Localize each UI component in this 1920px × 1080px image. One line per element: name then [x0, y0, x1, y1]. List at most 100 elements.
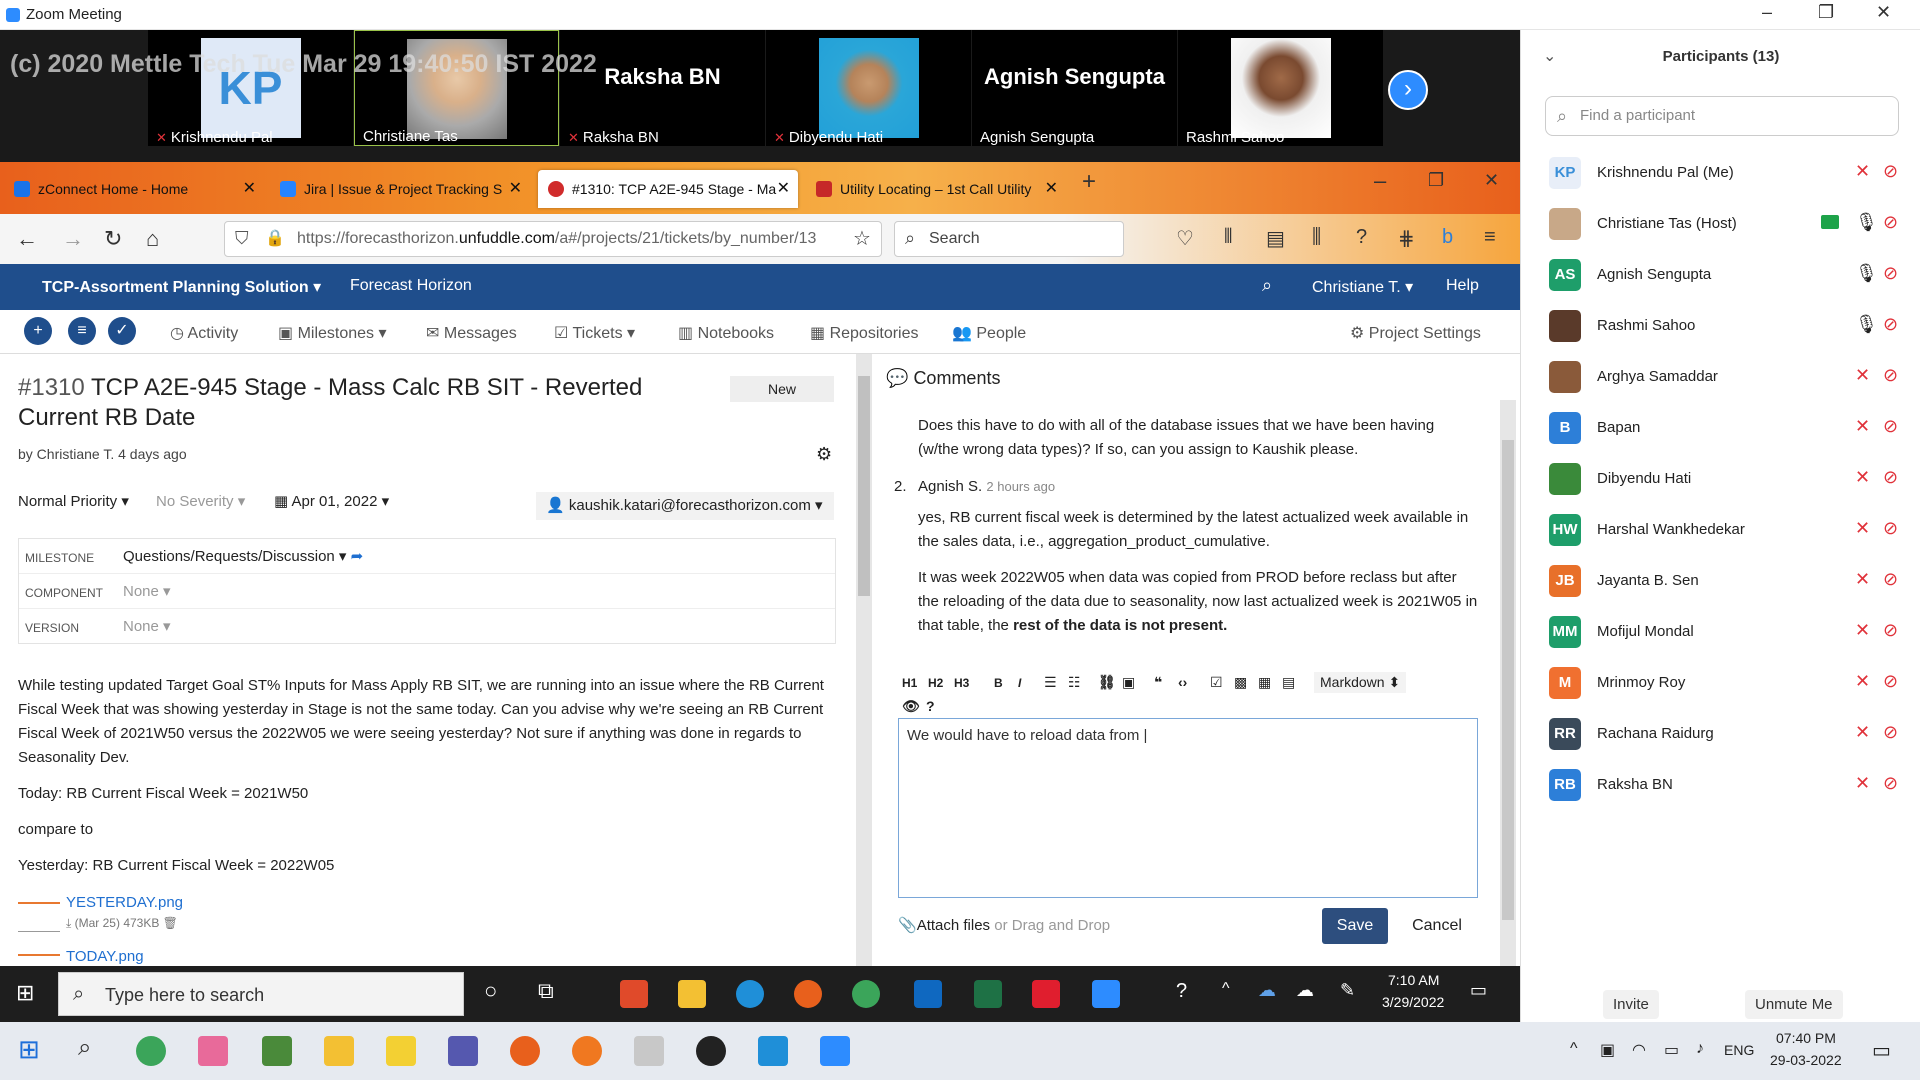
project-selector[interactable]: TCP-Assortment Planning Solution ▾ — [42, 277, 321, 297]
project-icon[interactable] — [974, 980, 1002, 1008]
help-link[interactable]: Help — [1446, 277, 1479, 295]
back-icon[interactable]: ← — [16, 226, 38, 252]
participant-row[interactable]: M Mrinmoy Roy ✕ ⊘ — [1521, 658, 1920, 708]
participant-row[interactable]: JB Jayanta B. Sen ✕ ⊘ — [1521, 556, 1920, 606]
volume-icon[interactable]: ♪ — [1696, 1040, 1704, 1058]
component-dropdown[interactable]: None ▾ — [123, 582, 171, 600]
video-tile-1[interactable]: KP ✕ Krishnendu Pal — [148, 30, 353, 146]
firefox-icon[interactable] — [510, 1036, 540, 1066]
app-icon[interactable] — [198, 1036, 228, 1066]
participant-row[interactable]: B Bapan ✕ ⊘ — [1521, 403, 1920, 453]
attachment-link[interactable]: YESTERDAY.png — [66, 894, 183, 911]
close-tab-icon[interactable]: ✕ — [1045, 170, 1058, 208]
app-icon[interactable] — [572, 1036, 602, 1066]
notification-icon[interactable]: ▭ — [1470, 980, 1487, 1001]
firefox-icon[interactable] — [794, 980, 822, 1008]
browser-close-icon[interactable]: ✕ — [1484, 170, 1499, 191]
tab-ticket[interactable]: #1310: TCP A2E-945 Stage - Ma ✕ — [538, 170, 798, 208]
severity-dropdown[interactable]: No Severity ▾ — [156, 492, 245, 510]
h1-button[interactable]: H1 — [902, 676, 917, 690]
battery-icon[interactable]: ▭ — [1664, 1040, 1679, 1060]
library-icon[interactable]: ⫴ — [1224, 226, 1232, 249]
taskbar-time[interactable]: 7:10 AM — [1388, 972, 1439, 988]
system-date[interactable]: 29-03-2022 — [1770, 1052, 1842, 1068]
system-time[interactable]: 07:40 PM — [1776, 1030, 1836, 1046]
nav-people[interactable]: 👥 People — [952, 323, 1026, 343]
video-tile-3[interactable]: Raksha BN ✕ Raksha BN — [560, 30, 765, 146]
author-name[interactable]: Agnish S. — [918, 478, 982, 495]
milestone-dropdown[interactable]: Questions/Requests/Discussion ▾ ➦ — [123, 547, 363, 565]
gear-icon[interactable]: ⚙ — [816, 444, 832, 465]
bullet-list-icon[interactable]: ☰ — [1044, 674, 1057, 691]
video-tile-4[interactable]: ✕ Dibyendu Hati — [766, 30, 971, 146]
attach-files[interactable]: 📎Attach files or Drag and Drop — [898, 916, 1110, 934]
h3-button[interactable]: H3 — [954, 676, 969, 690]
tab-zconnect[interactable]: zConnect Home - Home ✕ — [4, 170, 264, 208]
chrome-icon[interactable] — [852, 980, 880, 1008]
browser-restore-icon[interactable]: ❐ — [1428, 170, 1444, 191]
preview-eye-icon[interactable]: 👁 — [902, 698, 920, 715]
participant-row[interactable]: Dibyendu Hati ✕ ⊘ — [1521, 454, 1920, 504]
check-icon[interactable]: ✓ — [108, 317, 136, 345]
new-tab-icon[interactable]: + — [1082, 168, 1096, 196]
due-date-dropdown[interactable]: ▦ Apr 01, 2022 ▾ — [274, 492, 389, 510]
onedrive-icon[interactable]: ☁ — [1258, 980, 1276, 1001]
left-scrollbar[interactable] — [856, 354, 872, 966]
notification-icon[interactable]: ▭ — [1872, 1038, 1891, 1063]
scroll-thumb[interactable] — [1502, 440, 1514, 920]
url-bar[interactable]: https://forecasthorizon.unfuddle.com/a#/… — [224, 221, 882, 257]
bookmark-star-icon[interactable]: ☆ — [853, 226, 871, 251]
zoom-taskbar-icon[interactable] — [1092, 980, 1120, 1008]
shield-icon[interactable]: ⛉ — [235, 228, 249, 249]
quote-icon[interactable]: ❝ — [1154, 674, 1162, 691]
find-participant-input[interactable]: Find a participant — [1545, 96, 1899, 136]
assignee-dropdown[interactable]: 👤 kaushik.katari@forecasthorizon.com ▾ — [536, 492, 834, 520]
wifi-icon[interactable]: ◠ — [1632, 1040, 1646, 1060]
attachment-thumb[interactable] — [18, 954, 60, 964]
close-tab-icon[interactable]: ✕ — [777, 170, 790, 208]
nav-notebooks[interactable]: ▥ Notebooks — [678, 323, 774, 343]
app-icon[interactable] — [262, 1036, 292, 1066]
code-icon[interactable]: ‹› — [1178, 674, 1187, 690]
chrome-icon[interactable] — [136, 1036, 166, 1066]
participant-row[interactable]: MM Mofijul Mondal ✕ ⊘ — [1521, 607, 1920, 657]
tab-jira[interactable]: Jira | Issue & Project Tracking S ✕ — [270, 170, 530, 208]
participant-row[interactable]: AS Agnish Sengupta 🎙 ⊘ — [1521, 250, 1920, 300]
comment-editor[interactable]: We would have to reload data from | — [898, 718, 1478, 898]
taskbar-search[interactable]: ⌕ Type here to search — [58, 972, 464, 1016]
close-icon[interactable]: ✕ — [1876, 2, 1891, 23]
cortana-icon[interactable]: ○ — [484, 978, 497, 1004]
bing-icon[interactable]: b — [1442, 226, 1453, 249]
video-tile-6[interactable]: Rashmi Sahoo — [1178, 30, 1383, 146]
status-dropdown[interactable]: New — [730, 376, 834, 402]
file-explorer-icon[interactable] — [324, 1036, 354, 1066]
video-tile-5[interactable]: Agnish Sengupta Agnish Sengupta — [972, 30, 1177, 146]
nav-messages[interactable]: ✉ Messages — [426, 323, 517, 343]
extension-icon[interactable]: ⫼ — [1312, 226, 1321, 249]
forward-icon[interactable]: → — [62, 226, 84, 252]
participant-row[interactable]: KP Krishnendu Pal (Me) ✕ ⊘ — [1521, 148, 1920, 198]
close-tab-icon[interactable]: ✕ — [509, 170, 522, 208]
participant-row[interactable]: Arghya Samaddar ✕ ⊘ — [1521, 352, 1920, 402]
ticket-ref-icon[interactable]: ☑ — [1210, 674, 1223, 691]
minimize-icon[interactable]: – — [1762, 2, 1772, 23]
nav-tickets[interactable]: ☑ Tickets ▾ — [554, 323, 636, 357]
edge-icon[interactable] — [736, 980, 764, 1008]
reader-icon[interactable]: ▤ — [1266, 226, 1285, 251]
priority-dropdown[interactable]: Normal Priority ▾ — [18, 492, 129, 510]
video-tile-2[interactable]: Christiane Tas — [354, 30, 559, 146]
nav-activity[interactable]: ◷ Activity — [170, 323, 238, 343]
tray-chevron-icon[interactable]: ^ — [1222, 980, 1230, 998]
user-menu[interactable]: Christiane T. ▾ — [1312, 277, 1413, 297]
save-button[interactable]: Save — [1322, 908, 1388, 944]
task-view-icon[interactable]: ⧉ — [538, 978, 554, 1004]
pocket-icon[interactable]: ♡ — [1176, 226, 1194, 251]
camera-icon[interactable]: ▩ — [1234, 674, 1247, 691]
participant-row[interactable]: RB Raksha BN ✕ ⊘ — [1521, 760, 1920, 810]
taskbar-date[interactable]: 3/29/2022 — [1382, 994, 1444, 1010]
bold-button[interactable]: B — [994, 676, 1003, 690]
close-tab-icon[interactable]: ✕ — [243, 170, 256, 208]
browser-search-box[interactable]: ⌕ Search — [894, 221, 1124, 257]
search-icon[interactable]: ⌕ — [1262, 275, 1272, 296]
restore-icon[interactable]: ❐ — [1818, 2, 1834, 23]
